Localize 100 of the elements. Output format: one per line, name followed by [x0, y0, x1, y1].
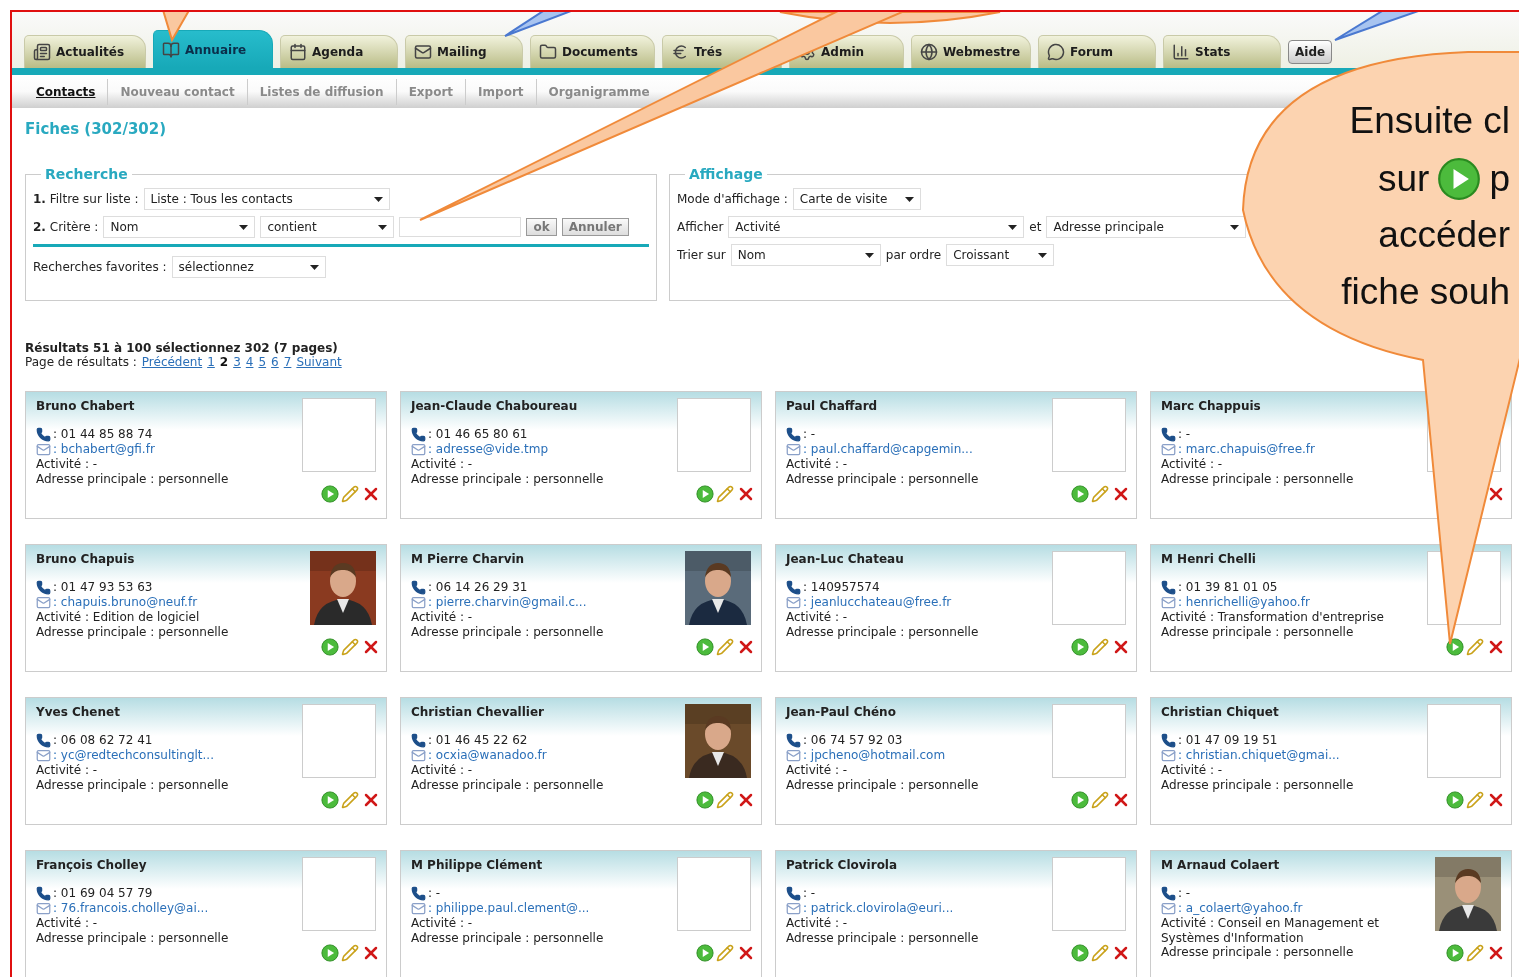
- phone-number: : 01 39 81 01 05: [1178, 580, 1278, 595]
- ok-button[interactable]: ok: [526, 218, 557, 236]
- page-link[interactable]: Précédent: [141, 355, 203, 369]
- page-link[interactable]: 6: [271, 355, 279, 369]
- address-text: Adresse principale : personnelle: [786, 624, 980, 639]
- address-text: Adresse principale : personnelle: [36, 777, 230, 792]
- activity-text: Activité : -: [411, 916, 474, 931]
- subnav-link[interactable]: Listes de diffusion: [246, 78, 396, 105]
- results-summary: Résultats 51 à 100 sélectionnez 302 (7 pages): [25, 341, 339, 355]
- email-link[interactable]: : philippe.paul.clement@...: [428, 901, 590, 916]
- mode-select[interactable]: Carte de visite: [792, 188, 921, 210]
- address-text: Adresse principale : personnelle: [1161, 471, 1355, 486]
- page-link[interactable]: 3: [233, 355, 241, 369]
- nav-tab[interactable]: Annuaire: [153, 30, 273, 68]
- phone-number: : -: [1178, 427, 1191, 442]
- subnav-link[interactable]: Export: [395, 78, 466, 105]
- field-label: Recherches favorites :: [33, 260, 167, 274]
- sort-select[interactable]: Nom: [730, 244, 881, 266]
- nav-tab[interactable]: Actualités: [24, 35, 146, 68]
- field-select[interactable]: Activité: [728, 216, 1025, 238]
- activity-text: Activité : -: [36, 763, 99, 778]
- email-link[interactable]: : 76.francois.cholley@ai...: [53, 901, 209, 916]
- address-text: Adresse principale : personnelle: [411, 777, 605, 792]
- address-text: Adresse principale : personnelle: [1161, 624, 1355, 639]
- panel-legend: Affichage: [685, 166, 767, 182]
- cancel-button[interactable]: Annuler: [561, 218, 629, 236]
- email-link[interactable]: : chapuis.bruno@neuf.fr: [53, 595, 198, 610]
- page-link[interactable]: 1: [207, 355, 215, 369]
- phone-number: : 06 14 26 29 31: [428, 580, 528, 595]
- phone-number: : 01 69 04 57 79: [53, 886, 153, 901]
- email-link[interactable]: : marc.chapuis@free.fr: [1178, 442, 1315, 457]
- nav-tab[interactable]: Stats: [1163, 35, 1281, 68]
- email-link[interactable]: : adresse@vide.tmp: [428, 442, 549, 457]
- email-link[interactable]: : jeanlucchateau@free.fr: [803, 595, 952, 610]
- activity-text: Activité : -: [411, 763, 474, 778]
- contact-name: Christian Chevallier: [411, 705, 545, 719]
- field-label: 1. Filtre sur liste :: [33, 192, 139, 206]
- phone-number: : -: [803, 886, 816, 901]
- phone-number: : 01 44 85 88 74: [53, 427, 153, 442]
- email-link[interactable]: : pierre.charvin@gmail.c...: [428, 595, 587, 610]
- email-link[interactable]: : ocxia@wanadoo.fr: [428, 748, 547, 763]
- email-link[interactable]: : yc@redtechconsultinglt...: [53, 748, 214, 763]
- nav-tab[interactable]: Webmestre: [911, 35, 1031, 68]
- phone-number: : 06 74 57 92 03: [803, 733, 903, 748]
- email-link[interactable]: : henrichelli@yahoo.fr: [1178, 595, 1310, 610]
- nav-tab[interactable]: Documents: [530, 35, 655, 68]
- page-link[interactable]: Suivant: [296, 355, 342, 369]
- nav-tab[interactable]: Mailing: [405, 35, 523, 68]
- page-link[interactable]: 7: [283, 355, 292, 369]
- email-link[interactable]: : patrick.clovirola@euri...: [803, 901, 954, 916]
- contact-name: M Philippe Clément: [411, 858, 544, 872]
- contact-name: Marc Chappuis: [1161, 399, 1262, 413]
- email-link[interactable]: : jpcheno@hotmail.com: [803, 748, 946, 763]
- activity-text: Activité : -: [786, 457, 849, 472]
- contact-name: Jean-Claude Chaboureau: [411, 399, 579, 413]
- activity-text: Activité : -: [411, 457, 474, 472]
- email-link[interactable]: : bchabert@gfi.fr: [53, 442, 155, 457]
- address-text: Adresse principale : personnelle: [1161, 945, 1355, 960]
- contact-name: François Cholley: [36, 858, 148, 872]
- field-label: Afficher: [677, 220, 724, 234]
- page-link[interactable]: 2: [219, 355, 229, 369]
- contact-name: M Pierre Charvin: [411, 552, 526, 566]
- subnav-link[interactable]: Contacts: [24, 78, 108, 105]
- activity-text: Activité : -: [786, 916, 849, 931]
- list-select[interactable]: Liste : Tous les contacts: [143, 188, 390, 210]
- subnav-link[interactable]: Nouveau contact: [107, 78, 247, 105]
- contact-name: Christian Chiquet: [1161, 705, 1280, 719]
- nav-tab[interactable]: Forum: [1038, 35, 1156, 68]
- field-select[interactable]: Nom: [103, 216, 256, 238]
- activity-text: Activité : -: [36, 916, 99, 931]
- page-link[interactable]: 4: [245, 355, 254, 369]
- activity-text: Activité : -: [786, 763, 849, 778]
- phone-number: : 140957574: [803, 580, 880, 595]
- phone-number: : 01 47 09 19 51: [1178, 733, 1278, 748]
- subnav-link[interactable]: Import: [465, 78, 536, 105]
- favorites-select[interactable]: sélectionnez: [171, 256, 326, 278]
- callout-text: accéder: [1378, 214, 1510, 256]
- address-text: Adresse principale : personnelle: [786, 930, 980, 945]
- email-link[interactable]: : paul.chaffard@capgemin...: [803, 442, 973, 457]
- pager-label: Page de résultats :: [25, 355, 137, 369]
- operator-select[interactable]: contient: [260, 216, 395, 238]
- contact-name: Jean-Paul Chéno: [786, 705, 897, 719]
- order-select[interactable]: Croissant: [946, 244, 1055, 266]
- phone-number: : 01 46 45 22 62: [428, 733, 528, 748]
- activity-text: Activité : -: [1161, 763, 1224, 778]
- email-link[interactable]: : a_colaert@yahoo.fr: [1178, 901, 1303, 916]
- contact-name: Patrick Clovirola: [786, 858, 899, 872]
- address-text: Adresse principale : personnelle: [36, 471, 230, 486]
- help-button[interactable]: Aide: [1288, 40, 1333, 64]
- phone-number: : 01 47 93 53 63: [53, 580, 153, 595]
- page-title: Fiches (302/302): [25, 120, 167, 138]
- address-text: Adresse principale : personnelle: [411, 930, 605, 945]
- callout-text: sur p: [1378, 157, 1510, 201]
- nav-tab[interactable]: Agenda: [280, 35, 398, 68]
- email-link[interactable]: : christian.chiquet@gmai...: [1178, 748, 1340, 763]
- page-link[interactable]: 5: [258, 355, 267, 369]
- contact-name: Paul Chaffard: [786, 399, 879, 413]
- contact-name: M Henri Chelli: [1161, 552, 1257, 566]
- field-select[interactable]: Adresse principale: [1046, 216, 1247, 238]
- address-text: Adresse principale : personnelle: [786, 471, 980, 486]
